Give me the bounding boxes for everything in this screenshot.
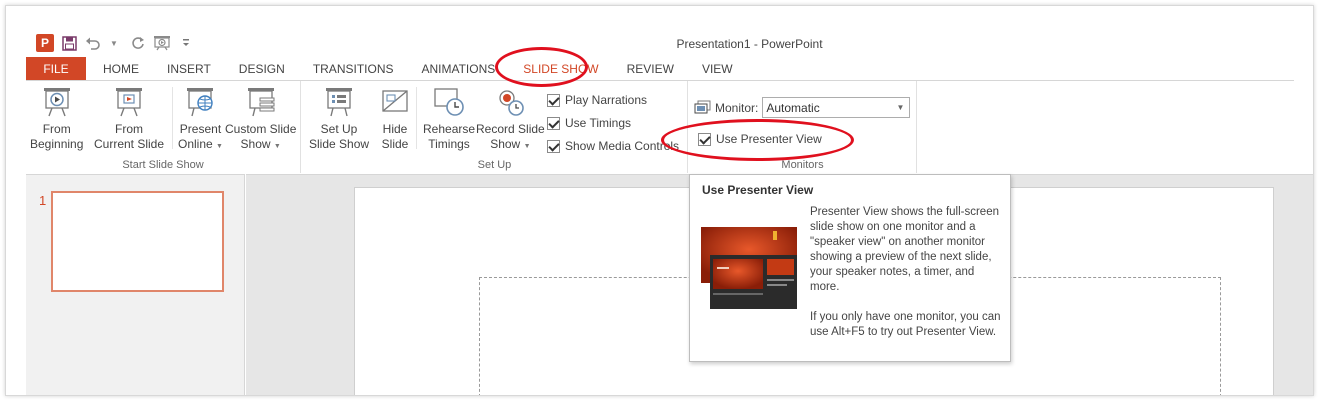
group-set-up: Set Up Slide Show Hide Slide Rehearse Ti… <box>302 81 688 173</box>
presenter-view-preview-image <box>701 227 797 309</box>
monitor-dropdown[interactable]: Automatic ▼ <box>762 97 911 118</box>
show-media-controls-checkbox[interactable]: Show Media Controls <box>547 139 679 153</box>
monitor-label: Monitor: <box>715 100 759 115</box>
set-up-slide-show-button[interactable]: Set Up Slide Show <box>309 85 369 152</box>
record-label-1: Record Slide <box>476 122 545 136</box>
tab-design[interactable]: DESIGN <box>225 57 299 81</box>
record-label-2: Show ▼ <box>490 137 531 151</box>
ribbon-slide-show: From Beginning From Current Slide Presen… <box>26 81 1294 173</box>
slides-thumbnail-pane: 1 <box>26 174 245 395</box>
set-up-slide-show-icon <box>326 88 353 117</box>
monitor-selector: Monitor: Automatic ▼ <box>694 97 911 118</box>
projector-play-icon <box>43 88 70 117</box>
projector-current-slide-icon <box>116 88 143 117</box>
tooltip-body: Presenter View shows the full-screen sli… <box>810 205 1006 355</box>
custom-slide-show-button[interactable]: Custom Slide Show ▼ <box>225 85 296 154</box>
show-media-controls-label: Show Media Controls <box>565 139 680 153</box>
from-beginning-label-1: From <box>42 122 71 136</box>
window-title: Presentation1 - PowerPoint <box>676 37 823 51</box>
group-start-slide-show: From Beginning From Current Slide Presen… <box>26 81 301 173</box>
use-presenter-view-checkbox[interactable]: Use Presenter View <box>698 132 822 146</box>
separator <box>416 87 417 149</box>
from-current-label-2: Current Slide <box>94 137 165 151</box>
tab-insert[interactable]: INSERT <box>153 57 225 81</box>
custom-slide-show-icon <box>247 88 275 117</box>
use-timings-label: Use Timings <box>565 116 632 130</box>
presenter-view-tooltip: Use Presenter View Presenter View shows … <box>689 174 1011 362</box>
custom-slide-show-label-1: Custom Slide <box>225 122 297 136</box>
play-narrations-checkbox[interactable]: Play Narrations <box>547 93 647 107</box>
slide-number: 1 <box>39 193 47 208</box>
set-up-label-1: Set Up <box>320 122 358 136</box>
from-beginning-button[interactable]: From Beginning <box>30 85 83 152</box>
monitor-icon <box>694 100 711 114</box>
set-up-label-2: Slide Show <box>309 137 370 151</box>
tooltip-title: Use Presenter View <box>702 183 814 197</box>
slide-thumbnail[interactable] <box>51 191 224 292</box>
present-online-label-2: Online ▼ <box>178 137 223 151</box>
group-label-monitors: Monitors <box>781 159 824 171</box>
chevron-down-icon: ▼ <box>896 103 905 112</box>
monitor-value: Automatic <box>766 100 820 115</box>
powerpoint-window: P ▼ Presentation1 - PowerPoint FILE HOME… <box>5 5 1314 396</box>
play-narrations-label: Play Narrations <box>565 93 648 107</box>
tab-transitions[interactable]: TRANSITIONS <box>299 57 408 81</box>
from-current-label-1: From <box>115 122 144 136</box>
tooltip-paragraph-2: If you only have one monitor, you can us… <box>810 311 1001 338</box>
title-bar: P ▼ Presentation1 - PowerPoint <box>6 6 1313 56</box>
tab-animations[interactable]: ANIMATIONS <box>407 57 509 81</box>
tab-home[interactable]: HOME <box>86 57 153 81</box>
tab-review[interactable]: REVIEW <box>613 57 688 81</box>
checkbox-checked[interactable] <box>698 132 711 146</box>
use-presenter-view-label: Use Presenter View <box>716 132 822 146</box>
record-slide-show-icon <box>499 90 525 116</box>
hide-slide-button[interactable]: Hide Slide <box>378 85 412 152</box>
checkbox-checked[interactable] <box>547 116 560 130</box>
tooltip-paragraph-1: Presenter View shows the full-screen sli… <box>810 206 999 293</box>
rehearse-label-1: Rehearse <box>423 122 476 136</box>
present-online-label-1: Present <box>179 122 222 136</box>
group-label-start-slide-show: Start Slide Show <box>122 159 204 171</box>
separator <box>172 87 173 149</box>
custom-slide-show-label-2: Show ▼ <box>240 137 281 151</box>
hide-slide-label-2: Slide <box>381 137 409 151</box>
present-online-globe-icon <box>187 88 214 117</box>
checkbox-checked[interactable] <box>547 139 560 153</box>
hide-slide-label-1: Hide <box>382 122 408 136</box>
rehearse-timings-button[interactable]: Rehearse Timings <box>423 85 475 152</box>
from-current-slide-button[interactable]: From Current Slide <box>94 85 164 152</box>
checkbox-checked[interactable] <box>547 93 560 107</box>
group-label-set-up: Set Up <box>477 159 512 171</box>
use-timings-checkbox[interactable]: Use Timings <box>547 116 631 130</box>
tab-file[interactable]: FILE <box>26 57 86 81</box>
rehearse-label-2: Timings <box>428 137 470 151</box>
rehearse-timings-icon <box>434 88 464 116</box>
ribbon-tabs: FILE HOME INSERT DESIGN TRANSITIONS ANIM… <box>26 57 747 81</box>
hide-slide-icon <box>382 90 408 112</box>
tab-slide-show[interactable]: SLIDE SHOW <box>509 57 612 81</box>
record-slide-show-button[interactable]: Record Slide Show ▼ <box>476 85 545 154</box>
present-online-button[interactable]: Present Online ▼ <box>178 85 223 154</box>
tab-view[interactable]: VIEW <box>688 57 747 81</box>
from-beginning-label-2: Beginning <box>30 137 84 151</box>
group-monitors: Monitors <box>689 81 917 173</box>
